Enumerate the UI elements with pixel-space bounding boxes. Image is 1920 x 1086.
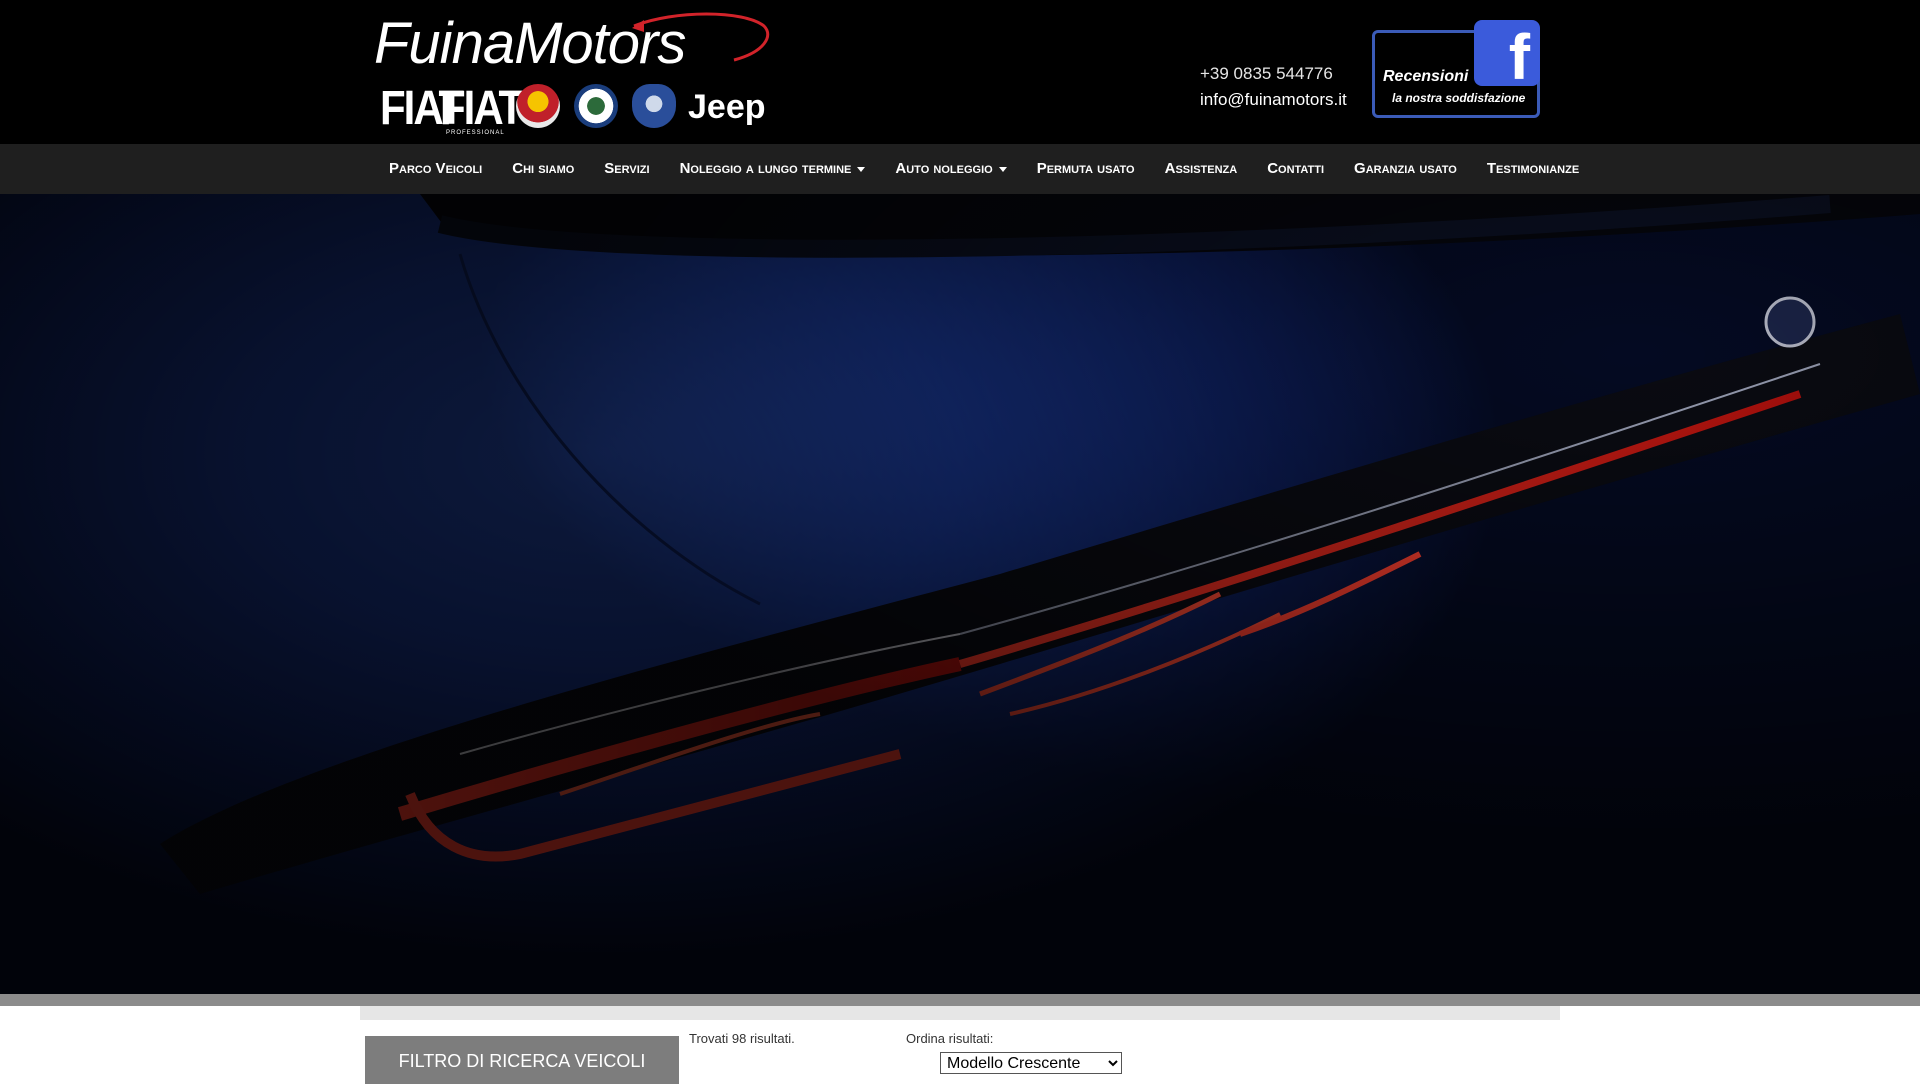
results-suffix: risultati.	[746, 1031, 795, 1046]
nav-item-parco-veicoli[interactable]: Parco Veicoli	[374, 144, 497, 194]
nav-item-contatti[interactable]: Contatti	[1252, 144, 1339, 194]
nav-item-label: Permuta usato	[1036, 160, 1135, 177]
sort-select[interactable]: Modello Crescente	[940, 1052, 1122, 1074]
nav-item-label: Garanzia usato	[1354, 160, 1457, 177]
phone-number[interactable]: +39 0835 544776	[1200, 64, 1347, 84]
logo-swoosh-icon	[632, 12, 770, 62]
hero-banner	[0, 194, 1920, 994]
caret-down-icon	[857, 166, 866, 172]
brand-logos: FIAT FIAT PROFESSIONAL Jeep	[380, 76, 780, 136]
nav-item-noleggio-a-lungo-termine[interactable]: Noleggio a lungo termine	[665, 144, 881, 194]
nav-item-auto-noleggio[interactable]: Auto noleggio	[880, 144, 1021, 194]
nav-item-chi-siamo[interactable]: Chi siamo	[497, 144, 589, 194]
abarth-badge-icon	[516, 84, 560, 128]
caret-down-icon	[998, 166, 1007, 172]
content-top-bar	[360, 1006, 1560, 1020]
nav-item-permuta-usato[interactable]: Permuta usato	[1022, 144, 1150, 194]
nav-item-garanzia-usato[interactable]: Garanzia usato	[1339, 144, 1472, 194]
fiat-professional-logo: FIAT	[440, 80, 524, 135]
fiat-professional-sublabel: PROFESSIONAL	[446, 130, 505, 136]
hero-car-image	[0, 194, 1920, 994]
nav-item-assistenza[interactable]: Assistenza	[1150, 144, 1253, 194]
divider-strip	[0, 994, 1920, 1006]
site-header: FuinaMotors FIAT FIAT PROFESSIONAL Jeep …	[0, 0, 1920, 144]
results-count-text: Trovati 98 risultati.	[689, 1031, 795, 1046]
reviews-subtitle: la nostra soddisfazione	[1392, 91, 1526, 105]
main-nav: Parco Veicoli Chi siamo Servizi Noleggio a …	[0, 144, 1920, 194]
nav-items: Parco Veicoli Chi siamo Servizi Noleggio a …	[374, 144, 1594, 194]
contact-info: +39 0835 544776 info@fuinamotors.it	[1200, 64, 1347, 110]
nav-item-label: Parco Veicoli	[389, 160, 483, 177]
vehicle-filter-button[interactable]: FILTRO DI RICERCA VEICOLI	[365, 1036, 679, 1084]
alfa-romeo-badge-icon	[574, 84, 618, 128]
nav-item-label: Chi siamo	[512, 160, 575, 177]
nav-item-servizi[interactable]: Servizi	[589, 144, 664, 194]
facebook-icon[interactable]: f	[1474, 20, 1540, 86]
jeep-logo: Jeep	[688, 88, 766, 126]
nav-item-label: Testimonianze	[1486, 160, 1580, 177]
fuinamotors-logo[interactable]: FuinaMotors FIAT FIAT PROFESSIONAL Jeep	[374, 12, 774, 136]
results-prefix: Trovati	[689, 1031, 732, 1046]
nav-item-testimonianze[interactable]: Testimonianze	[1472, 144, 1594, 194]
sort-label: Ordina risultati:	[906, 1031, 994, 1046]
results-count: 98	[731, 1031, 747, 1046]
nav-item-label: Assistenza	[1164, 160, 1238, 177]
nav-item-label: Noleggio a lungo termine	[679, 160, 852, 177]
nav-item-label: Servizi	[604, 160, 650, 177]
nav-item-label: Contatti	[1267, 160, 1325, 177]
lancia-badge-icon	[632, 84, 676, 128]
reviews-title: Recensioni	[1383, 68, 1469, 85]
nav-item-label: Auto noleggio	[895, 160, 993, 177]
email-link[interactable]: info@fuinamotors.it	[1200, 90, 1347, 110]
